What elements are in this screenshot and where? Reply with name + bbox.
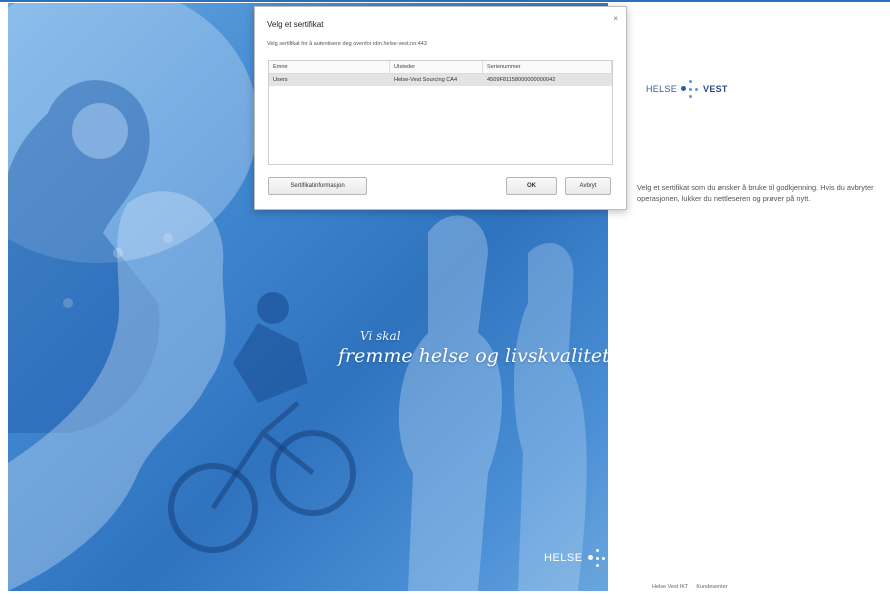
brand-logo: HELSE VEST [646, 78, 728, 100]
slogan-line1: Vi skal [360, 329, 401, 343]
brand-dots-icon [681, 78, 699, 100]
logo-dots-icon [587, 547, 606, 569]
table-row[interactable]: Users Helse-Vest Sourcing CA4 4509F81158… [269, 74, 612, 86]
dialog-description: Velg sertifikat for å autentisere deg ov… [267, 41, 427, 47]
certificate-info-button[interactable]: Sertifikatinformasjon [268, 177, 367, 195]
footer-link-kundesenter[interactable]: Kundesenter [696, 584, 727, 590]
certificate-table: Emne Utsteder Serienummer Users Helse-Ve… [268, 60, 613, 165]
hero-slogan: Vi skal fremme helse og livskvalitet [338, 329, 608, 367]
instruction-text: Velg et sertifikat som du ønsker å bruke… [637, 183, 874, 203]
slogan-line2: fremme helse og livskvalitet [338, 345, 608, 367]
column-header-emne[interactable]: Emne [269, 61, 390, 73]
footer: Helse Vest IKT Kundesenter [652, 584, 728, 590]
cancel-button[interactable]: Avbryt [565, 177, 611, 195]
hero-logo: HELSE [544, 547, 606, 569]
dialog-title: Velg et sertifikat [267, 20, 324, 29]
column-header-serienummer[interactable]: Serienummer [483, 61, 612, 73]
brand-vest: VEST [703, 84, 728, 94]
hero-logo-text: HELSE [544, 552, 583, 564]
brand-helse: HELSE [646, 84, 678, 94]
cell-emne: Users [273, 77, 288, 83]
footer-link-helse-vest-ikt[interactable]: Helse Vest IKT [652, 584, 688, 590]
close-icon[interactable]: × [613, 14, 618, 23]
column-header-utsteder[interactable]: Utsteder [390, 61, 483, 73]
certificate-dialog: Velg et sertifikat × Velg sertifikat for… [254, 6, 627, 210]
cell-serienummer: 4509F81158000000000042 [487, 77, 556, 83]
table-header: Emne Utsteder Serienummer [269, 61, 612, 74]
cell-utsteder: Helse-Vest Sourcing CA4 [394, 77, 458, 83]
top-border [0, 0, 890, 2]
ok-button[interactable]: OK [506, 177, 557, 195]
